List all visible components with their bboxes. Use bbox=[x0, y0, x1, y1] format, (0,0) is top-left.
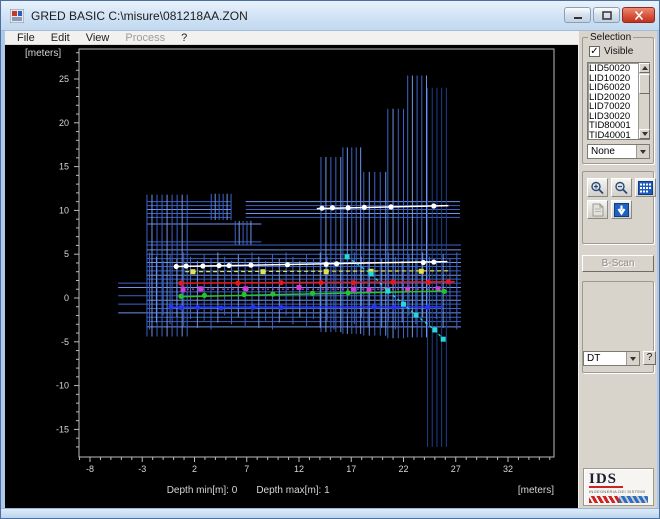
ids-logo-stripes bbox=[589, 496, 648, 503]
y-axis-unit-label: [meters] bbox=[25, 48, 62, 59]
minimize-button[interactable] bbox=[564, 7, 591, 23]
svg-text:20: 20 bbox=[59, 118, 69, 128]
zoom-out-icon bbox=[615, 181, 628, 194]
scrollbar-thumb[interactable] bbox=[639, 74, 650, 94]
app-window: GRED BASIC C:\misure\081218AA.ZON File Ed… bbox=[0, 0, 660, 519]
depth-max-label: Depth max[m]: 1 bbox=[256, 485, 330, 496]
dropdown-button[interactable] bbox=[636, 145, 649, 158]
help-button[interactable]: ? bbox=[643, 351, 656, 365]
svg-text:27: 27 bbox=[451, 464, 461, 474]
svg-text:5: 5 bbox=[64, 249, 69, 259]
zoom-in-button[interactable] bbox=[587, 178, 608, 197]
svg-text:0: 0 bbox=[64, 293, 69, 303]
window-frame-bottom bbox=[1, 508, 659, 518]
dt-dropdown-value: DT bbox=[587, 353, 601, 364]
menu-item-process[interactable]: Process bbox=[117, 31, 173, 45]
ids-logo-text: IDS bbox=[589, 471, 618, 487]
report-icon bbox=[592, 203, 603, 216]
titlebar: GRED BASIC C:\misure\081218AA.ZON bbox=[1, 1, 659, 31]
menu-item-file[interactable]: File bbox=[9, 31, 43, 45]
minimize-icon bbox=[573, 16, 582, 19]
bscan-button[interactable]: B-Scan bbox=[582, 255, 654, 272]
menu-item-edit[interactable]: Edit bbox=[43, 31, 78, 45]
download-arrow-icon bbox=[614, 202, 629, 217]
svg-text:-5: -5 bbox=[61, 337, 69, 347]
chevron-down-icon bbox=[640, 149, 646, 154]
scroll-up-button[interactable] bbox=[639, 63, 650, 73]
dt-dropdown-button[interactable] bbox=[626, 352, 639, 365]
chevron-down-icon bbox=[630, 356, 636, 361]
sidebar: Selection ✓ Visible LID50020 LID10020 LID6… bbox=[578, 31, 657, 508]
zoom-in-icon bbox=[591, 181, 604, 194]
menu-item-help[interactable]: ? bbox=[173, 31, 195, 45]
selection-mode-value: None bbox=[591, 146, 615, 157]
listbox-scrollbar[interactable] bbox=[638, 63, 650, 139]
arrow-down-icon bbox=[641, 132, 648, 136]
close-button[interactable] bbox=[622, 7, 655, 23]
svg-text:10: 10 bbox=[59, 205, 69, 215]
close-icon bbox=[634, 10, 643, 20]
visible-checkbox[interactable]: ✓ bbox=[589, 46, 600, 57]
svg-text:17: 17 bbox=[346, 464, 356, 474]
tools-groupbox bbox=[582, 171, 656, 244]
download-button[interactable] bbox=[611, 200, 632, 219]
grid-view-button[interactable] bbox=[635, 178, 656, 197]
selection-mode-dropdown[interactable]: None bbox=[587, 144, 650, 159]
scroll-down-button[interactable] bbox=[639, 129, 650, 139]
svg-text:-8: -8 bbox=[86, 464, 94, 474]
window-title: GRED BASIC C:\misure\081218AA.ZON bbox=[31, 9, 248, 23]
svg-text:12: 12 bbox=[294, 464, 304, 474]
report-button[interactable] bbox=[587, 200, 608, 219]
dt-dropdown[interactable]: DT bbox=[583, 351, 640, 366]
menu-item-view[interactable]: View bbox=[78, 31, 118, 45]
ids-logo: IDS INGEGNERIA DEI SISTEMI bbox=[583, 468, 654, 506]
selection-groupbox: Selection ✓ Visible LID50020 LID10020 LID6… bbox=[582, 32, 654, 164]
chart-svg[interactable]: -8 -3 2 7 12 17 22 27 32-15-10-50510152025 bbox=[5, 45, 578, 508]
visible-checkbox-label: Visible bbox=[604, 46, 634, 57]
window-frame-left bbox=[1, 31, 5, 508]
svg-text:-15: -15 bbox=[56, 424, 69, 434]
list-item[interactable]: TID40001 bbox=[588, 130, 638, 139]
ids-logo-subtext: INGEGNERIA DEI SISTEMI bbox=[589, 489, 646, 494]
grid-view-icon bbox=[638, 180, 653, 195]
arrow-up-icon bbox=[641, 66, 648, 70]
maximize-icon bbox=[601, 10, 612, 20]
svg-text:-10: -10 bbox=[56, 381, 69, 391]
app-icon bbox=[10, 9, 24, 23]
svg-text:25: 25 bbox=[59, 74, 69, 84]
svg-text:15: 15 bbox=[59, 162, 69, 172]
svg-text:7: 7 bbox=[244, 464, 249, 474]
svg-text:-3: -3 bbox=[138, 464, 146, 474]
selection-listbox[interactable]: LID50020 LID10020 LID60020 LID20020 LID70020… bbox=[587, 62, 650, 140]
svg-text:32: 32 bbox=[503, 464, 513, 474]
selection-legend: Selection bbox=[588, 32, 634, 43]
x-axis-unit-label: [meters] bbox=[517, 485, 554, 496]
svg-text:22: 22 bbox=[398, 464, 408, 474]
maximize-button[interactable] bbox=[593, 7, 620, 23]
svg-text:2: 2 bbox=[192, 464, 197, 474]
menubar: File Edit View Process? bbox=[5, 31, 578, 45]
zoom-out-button[interactable] bbox=[611, 178, 632, 197]
plot-region: -8 -3 2 7 12 17 22 27 32 -15 -10 -5 0 5 10 15 20 25 [mete… bbox=[5, 45, 578, 508]
